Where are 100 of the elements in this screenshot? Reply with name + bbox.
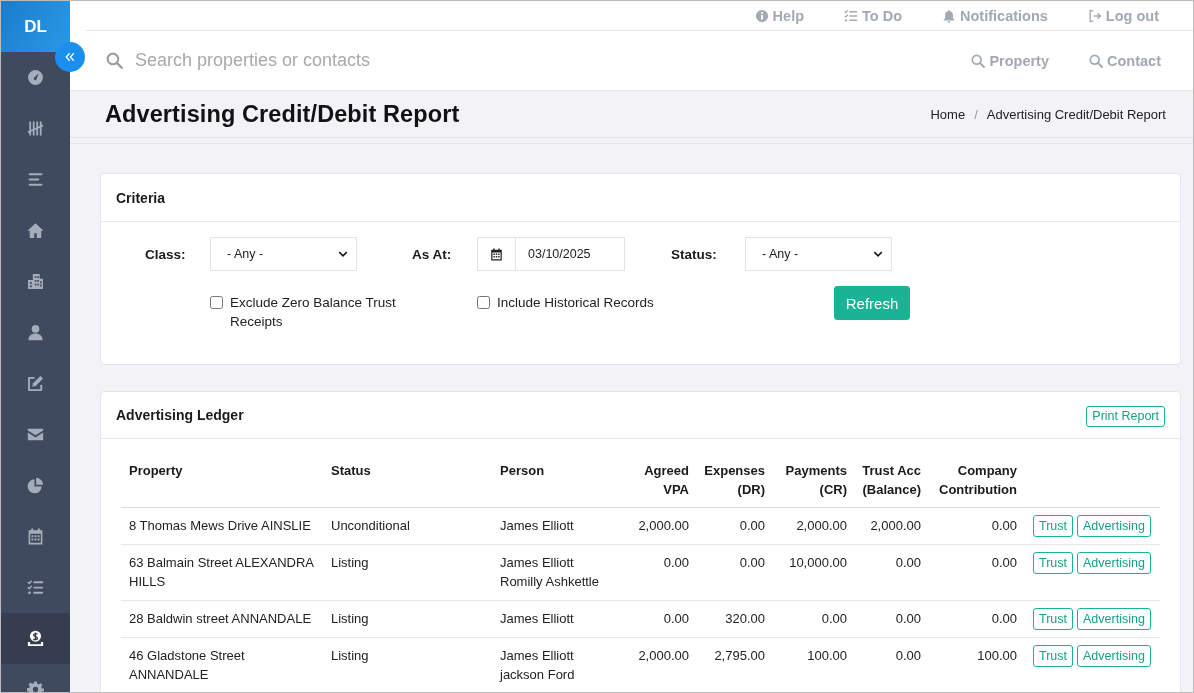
amount-text: 0.00 [663, 555, 689, 570]
person-name: Romilly Ashkettle [500, 574, 599, 589]
edit-icon [27, 375, 44, 392]
status-text: Unconditional [331, 518, 410, 533]
amount-text: 0.00 [991, 555, 1017, 570]
action-button[interactable]: Advertising [1077, 552, 1151, 574]
action-button[interactable]: Trust [1033, 608, 1073, 630]
chevron-down-icon [873, 249, 883, 259]
checkbox[interactable] [210, 296, 223, 309]
lines-icon [27, 171, 44, 188]
info-icon [754, 8, 769, 23]
person-name: jackson Ford [500, 667, 575, 682]
top-nav-link[interactable]: To Do [844, 7, 903, 24]
bell-icon [942, 8, 957, 23]
home-icon [27, 222, 44, 239]
column-header: Status [323, 453, 492, 508]
status-text: Listing [331, 611, 369, 626]
amount-text: 0.00 [895, 611, 921, 626]
buildings-icon [27, 273, 44, 290]
breadcrumb-link[interactable]: Home [930, 106, 966, 122]
logout-icon [1087, 8, 1102, 23]
chevron-down-icon [338, 249, 348, 259]
page-title: Advertising Credit/Debit Report [105, 100, 460, 128]
property-address: 8 Thomas Mews Drive AINSLIE [129, 518, 311, 533]
amount-text: 0.00 [663, 611, 689, 626]
top-nav-link[interactable]: Help [754, 7, 805, 24]
amount-text: 0.00 [739, 555, 765, 570]
amount-text: 0.00 [739, 518, 765, 533]
action-button[interactable]: Advertising [1077, 645, 1151, 667]
checkbox[interactable] [477, 296, 490, 309]
person-name: James Elliott [500, 611, 574, 626]
print-report-button[interactable]: Print Report [1086, 405, 1165, 427]
column-header: Company Contribution [929, 453, 1025, 508]
calendar-icon [490, 247, 503, 261]
action-button[interactable]: Trust [1033, 552, 1073, 574]
property-address: 46 Gladstone Street ANNANDALE [129, 648, 245, 682]
tally-marks-icon [27, 120, 44, 137]
field-label: As At: [412, 246, 453, 262]
select-field[interactable]: - Any - [210, 237, 357, 271]
amount-text: 2,000.00 [638, 648, 689, 663]
search-icon [971, 53, 986, 68]
search-link[interactable]: Property [971, 52, 1049, 69]
person-name: James Elliott [500, 518, 574, 533]
search-icon [106, 52, 123, 69]
action-button[interactable]: Trust [1033, 645, 1073, 667]
amount-text: 2,000.00 [870, 518, 921, 533]
column-header: Payments (CR) [773, 453, 855, 508]
amount-text: 2,000.00 [796, 518, 847, 533]
checkbox-label: Exclude Zero Balance Trust Receipts [230, 294, 397, 331]
calendar-icon [27, 528, 44, 545]
amount-text: 10,000.00 [789, 555, 847, 570]
amount-text: 100.00 [807, 648, 847, 663]
amount-text: 2,000.00 [638, 518, 689, 533]
field-label: Status: [671, 246, 718, 262]
column-header: Agreed VPA [620, 453, 697, 508]
breadcrumb-current: Advertising Credit/Debit Report [986, 106, 1166, 122]
person-name: James Elliott [500, 555, 574, 570]
action-button[interactable]: Advertising [1077, 515, 1151, 537]
search-icon [1089, 53, 1103, 68]
panel-title: Criteria [116, 189, 166, 206]
double-chevron-left-icon [64, 51, 76, 63]
top-nav-link[interactable]: Notifications [942, 7, 1048, 24]
gauge-icon [27, 69, 44, 86]
amount-text: 320.00 [725, 611, 765, 626]
checkbox-label: Include Historical Records [497, 294, 654, 312]
status-text: Listing [331, 555, 369, 570]
refresh-button[interactable]: Refresh [834, 286, 910, 320]
column-header: Expenses (DR) [697, 453, 773, 508]
person-name: James Elliott [500, 648, 574, 663]
action-button[interactable]: Advertising [1077, 608, 1151, 630]
amount-text: 0.00 [821, 611, 847, 626]
amount-text: 0.00 [895, 555, 921, 570]
collapse-sidebar-button[interactable] [55, 42, 85, 72]
property-address: 28 Baldwin street ANNANDALE [129, 611, 312, 626]
breadcrumb-separator: / [974, 106, 978, 122]
action-button[interactable]: Trust [1033, 515, 1073, 537]
amount-text: 2,795.00 [714, 648, 765, 663]
amount-text: 100.00 [977, 648, 1017, 663]
property-address: 63 Balmain Street ALEXANDRA HILLS [129, 555, 314, 589]
field-label: Class: [145, 246, 187, 262]
user-icon [27, 324, 44, 341]
dollar-coin-tray-icon [27, 630, 44, 647]
pie-chart-icon [27, 477, 44, 494]
sidebar-item[interactable] [1, 613, 70, 664]
envelope-icon [27, 426, 44, 443]
status-text: Listing [331, 648, 369, 663]
amount-text: 0.00 [991, 611, 1017, 626]
checklist-icon [27, 579, 44, 596]
column-header: Trust Acc (Balance) [855, 453, 929, 508]
amount-text: 0.00 [895, 648, 921, 663]
search-link[interactable]: Contact [1089, 52, 1161, 69]
select-field[interactable]: - Any - [745, 237, 892, 271]
date-field[interactable]: 03/10/2025 [477, 237, 625, 271]
column-header: Property [121, 453, 323, 508]
app-logo[interactable]: DL [1, 1, 70, 52]
checklist-icon [844, 8, 859, 23]
top-nav-link[interactable]: Log out [1087, 7, 1159, 24]
panel-title: Advertising Ledger [116, 407, 244, 423]
column-header: Person [492, 453, 620, 508]
amount-text: 0.00 [991, 518, 1017, 533]
